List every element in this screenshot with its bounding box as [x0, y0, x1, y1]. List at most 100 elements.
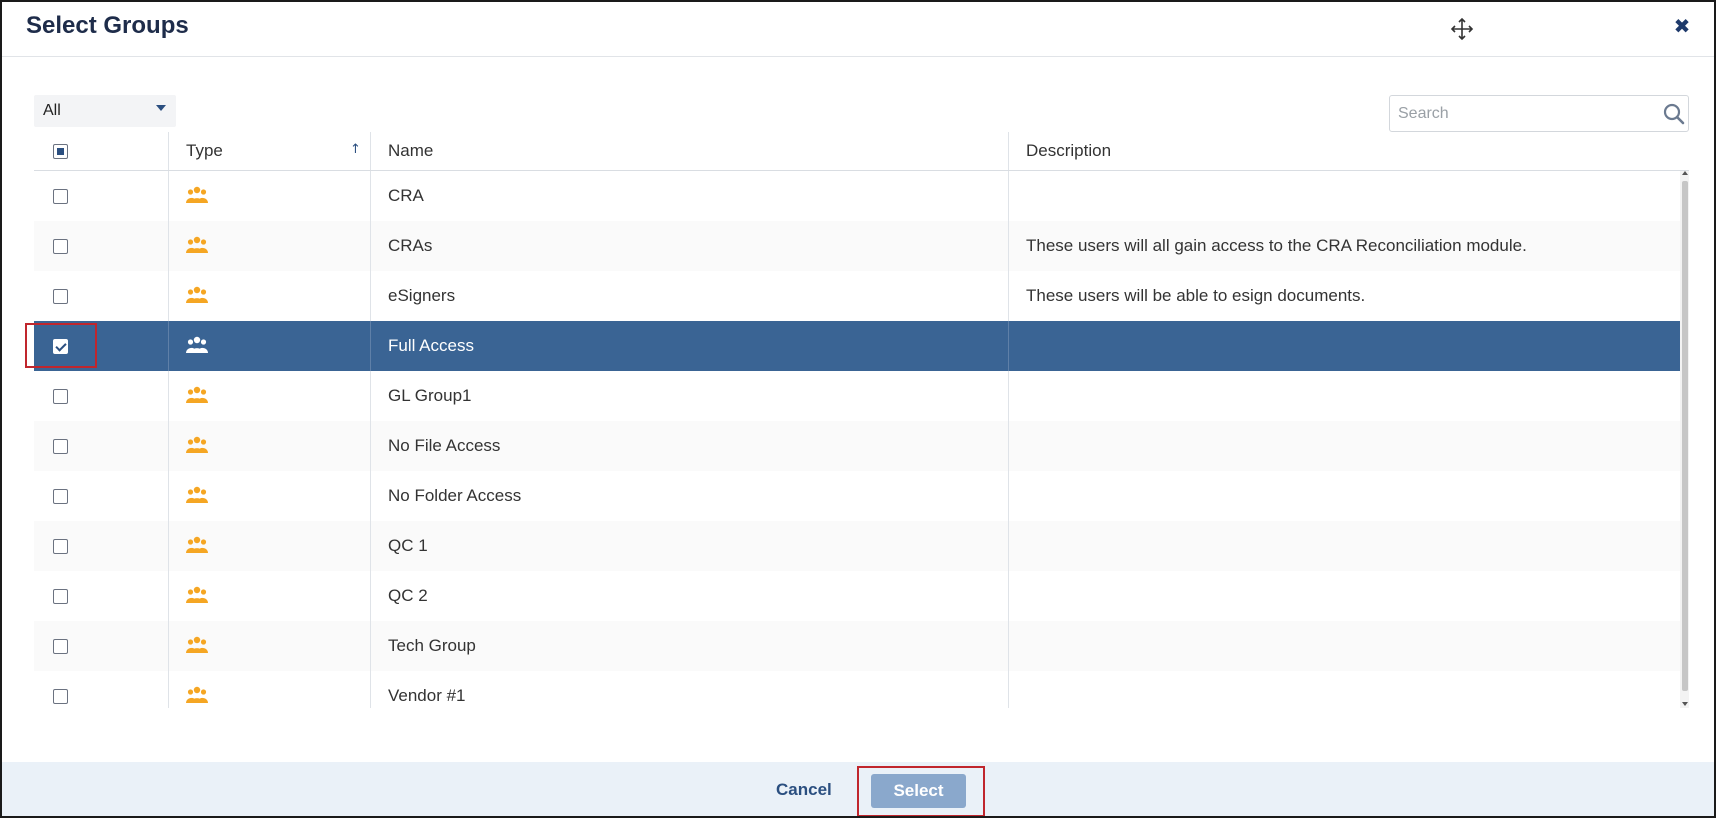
column-divider	[370, 571, 371, 621]
group-icon	[186, 336, 208, 354]
search-icon[interactable]	[1663, 103, 1685, 125]
column-divider	[370, 171, 371, 221]
chevron-down-icon	[156, 105, 166, 111]
column-divider	[370, 271, 371, 321]
column-divider	[370, 471, 371, 521]
table-header: Type ↑ Name Description	[34, 132, 1689, 171]
row-name: CRAs	[388, 236, 433, 255]
column-divider	[168, 171, 169, 221]
row-name: Vendor #1	[388, 686, 466, 705]
column-divider	[1008, 132, 1009, 170]
column-divider	[1008, 621, 1009, 671]
row-checkbox[interactable]	[53, 539, 68, 554]
column-divider	[1008, 671, 1009, 708]
row-name: Tech Group	[388, 636, 476, 655]
column-divider	[168, 371, 169, 421]
row-checkbox[interactable]	[53, 189, 68, 204]
row-name: No File Access	[388, 436, 501, 455]
column-divider	[1008, 471, 1009, 521]
row-name: CRA	[388, 186, 424, 205]
row-name: GL Group1	[388, 386, 472, 405]
column-divider	[370, 132, 371, 170]
group-icon	[186, 536, 208, 554]
column-divider	[1008, 171, 1009, 221]
column-divider	[168, 421, 169, 471]
filter-selected-value: All	[43, 102, 61, 119]
row-name: QC 2	[388, 586, 428, 605]
group-icon	[186, 486, 208, 504]
column-divider	[168, 521, 169, 571]
column-divider	[1008, 371, 1009, 421]
sort-ascending-icon[interactable]: ↑	[350, 142, 361, 157]
row-checkbox[interactable]	[53, 439, 68, 454]
table-row[interactable]: eSigners These users will be able to esig…	[34, 271, 1680, 321]
row-checkbox[interactable]	[53, 389, 68, 404]
column-divider	[370, 671, 371, 708]
group-icon	[186, 386, 208, 404]
row-checkbox[interactable]	[53, 489, 68, 504]
group-icon	[186, 636, 208, 654]
column-divider	[168, 271, 169, 321]
column-header-description[interactable]: Description	[1026, 141, 1111, 161]
column-divider	[168, 621, 169, 671]
select-groups-dialog: Select Groups ✖ All Type ↑ Name	[0, 0, 1716, 818]
table-row[interactable]: QC 1	[34, 521, 1680, 571]
close-icon[interactable]: ✖	[1670, 14, 1694, 38]
row-description: These users will be able to esign docume…	[1026, 286, 1366, 305]
cancel-button[interactable]: Cancel	[776, 780, 832, 800]
table-row[interactable]: CRA	[34, 171, 1680, 221]
dialog-header: Select Groups ✖	[2, 2, 1714, 57]
dialog-footer: Cancel Select	[2, 762, 1714, 816]
move-icon[interactable]	[1449, 16, 1475, 42]
group-icon	[186, 186, 208, 204]
column-divider	[370, 621, 371, 671]
table-row[interactable]: GL Group1	[34, 371, 1680, 421]
row-checkbox[interactable]	[53, 689, 68, 704]
row-checkbox[interactable]	[53, 589, 68, 604]
column-divider	[1008, 421, 1009, 471]
groups-table: Type ↑ Name Description CRA CRAs These use…	[34, 132, 1689, 708]
group-icon	[186, 236, 208, 254]
table-row[interactable]: Full Access	[34, 321, 1680, 371]
row-name: Full Access	[388, 336, 474, 355]
row-name: QC 1	[388, 536, 428, 555]
table-row[interactable]: QC 2	[34, 571, 1680, 621]
row-checkbox[interactable]	[53, 239, 68, 254]
row-checkbox[interactable]	[53, 289, 68, 304]
column-divider	[1008, 271, 1009, 321]
select-button[interactable]: Select	[871, 774, 966, 808]
table-row[interactable]: No Folder Access	[34, 471, 1680, 521]
row-checkbox[interactable]	[53, 339, 68, 354]
group-filter-dropdown[interactable]: All	[34, 95, 176, 127]
column-divider	[370, 221, 371, 271]
column-divider	[370, 421, 371, 471]
column-divider	[168, 221, 169, 271]
table-row[interactable]: Vendor #1	[34, 671, 1680, 708]
group-icon	[186, 436, 208, 454]
select-all-checkbox[interactable]	[53, 144, 68, 159]
column-divider	[1008, 221, 1009, 271]
column-divider	[168, 132, 169, 170]
column-header-name[interactable]: Name	[388, 141, 433, 161]
column-divider	[1008, 321, 1009, 371]
column-divider	[370, 321, 371, 371]
table-row[interactable]: Tech Group	[34, 621, 1680, 671]
scrollbar-thumb[interactable]	[1682, 181, 1688, 691]
table-row[interactable]: CRAs These users will all gain access to …	[34, 221, 1680, 271]
scroll-up-arrow-icon[interactable]	[1682, 171, 1688, 175]
column-header-type[interactable]: Type	[186, 141, 223, 161]
table-body: CRA CRAs These users will all gain access …	[34, 171, 1680, 708]
group-icon	[186, 286, 208, 304]
search-box	[1389, 95, 1689, 132]
dialog-title: Select Groups	[26, 12, 189, 39]
table-row[interactable]: No File Access	[34, 421, 1680, 471]
vertical-scrollbar[interactable]	[1680, 171, 1689, 708]
search-input[interactable]	[1396, 101, 1640, 127]
row-checkbox[interactable]	[53, 639, 68, 654]
column-divider	[1008, 521, 1009, 571]
row-description: These users will all gain access to the …	[1026, 236, 1527, 255]
column-divider	[370, 371, 371, 421]
column-divider	[168, 471, 169, 521]
scroll-down-arrow-icon[interactable]	[1682, 702, 1688, 706]
column-divider	[370, 521, 371, 571]
